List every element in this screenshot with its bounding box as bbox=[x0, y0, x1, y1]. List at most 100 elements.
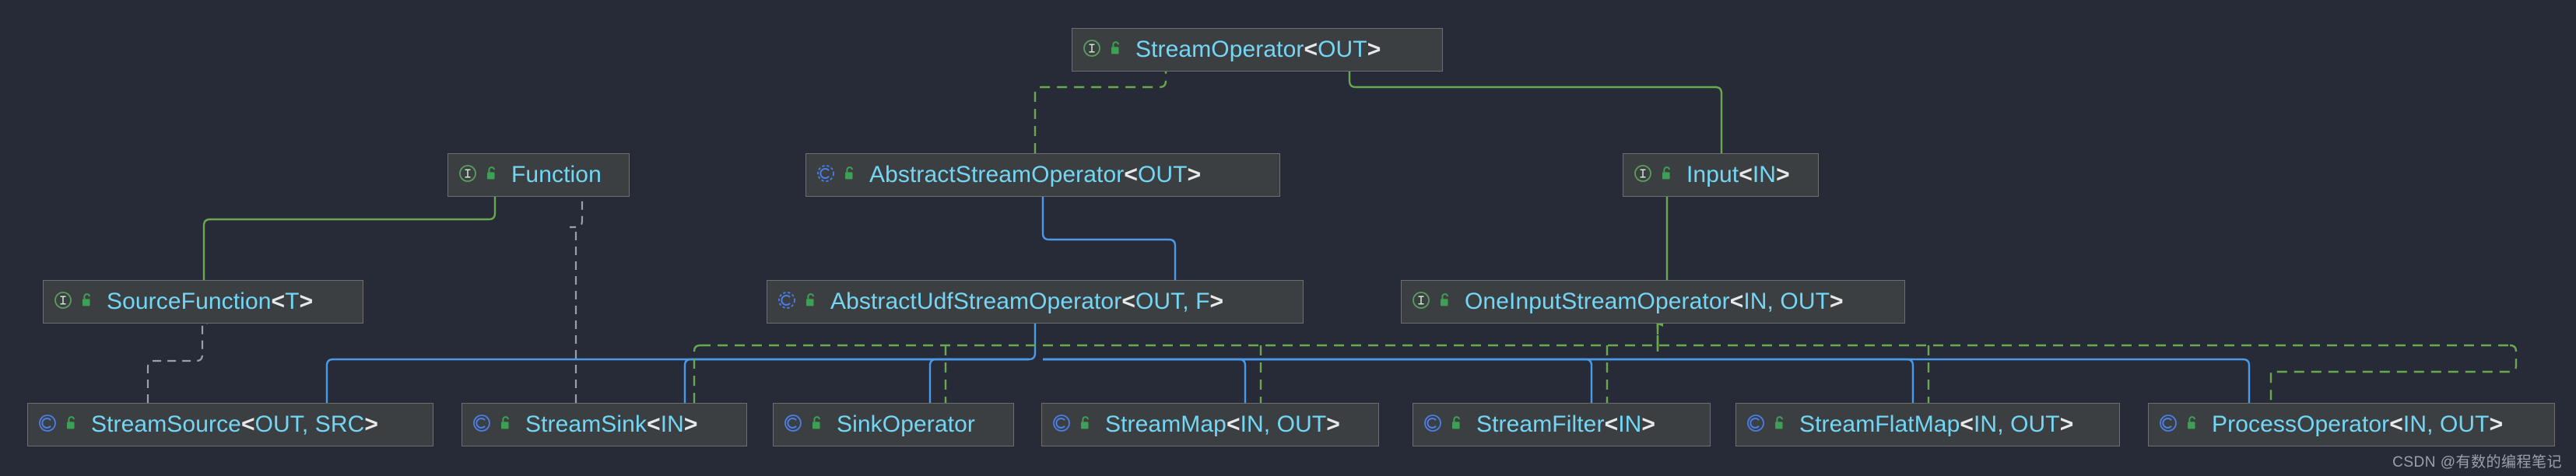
uml-node-stream-sink[interactable]: StreamSink<IN> bbox=[462, 403, 747, 446]
node-generic-params: <OUT> bbox=[1124, 162, 1202, 187]
node-icon-group bbox=[53, 290, 94, 314]
node-label: OneInputStreamOperator<IN, OUT> bbox=[1465, 290, 1844, 313]
uml-node-one-input-stream-operator[interactable]: OneInputStreamOperator<IN, OUT> bbox=[1401, 280, 1905, 324]
class-icon bbox=[1051, 413, 1072, 437]
node-label: StreamSource<OUT, SRC> bbox=[91, 413, 378, 436]
edge-stream-source-to-source-function bbox=[146, 313, 209, 403]
uml-node-process-operator[interactable]: ProcessOperator<IN, OUT> bbox=[2148, 403, 2555, 446]
node-type-name: Input bbox=[1686, 162, 1739, 187]
abstract-class-icon bbox=[777, 290, 797, 314]
node-type-name: Function bbox=[511, 162, 602, 187]
class-icon bbox=[1423, 413, 1443, 437]
node-generic-params: <IN, OUT> bbox=[1960, 411, 2074, 437]
node-label: SourceFunction<T> bbox=[107, 290, 313, 313]
uml-node-stream-operator[interactable]: StreamOperator<OUT> bbox=[1072, 28, 1443, 72]
node-generic-params: <OUT, F> bbox=[1121, 289, 1224, 314]
interface-icon bbox=[1633, 163, 1653, 187]
node-label: StreamSink<IN> bbox=[525, 413, 698, 436]
node-type-name: StreamOperator bbox=[1135, 37, 1304, 62]
edge-stream-filter-to-abstract-udf bbox=[1043, 358, 1593, 403]
node-generic-params: <IN, OUT> bbox=[1226, 411, 1340, 437]
node-label: AbstractUdfStreamOperator<OUT, F> bbox=[830, 290, 1223, 313]
class-diagram-canvas: StreamOperator<OUT> Function AbstractStrea… bbox=[0, 0, 2576, 476]
edge-process-operator-to-abstract-udf bbox=[1043, 358, 2251, 403]
node-type-name: StreamSource bbox=[91, 411, 241, 437]
node-icon-group bbox=[783, 413, 824, 437]
unlocked-padlock-icon bbox=[1773, 415, 1787, 435]
edge-stream-flat-map-to-abstract-udf bbox=[1043, 358, 1914, 403]
watermark: CSDN @有数的编程笔记 bbox=[2392, 454, 2562, 471]
uml-node-stream-filter[interactable]: StreamFilter<IN> bbox=[1413, 403, 1711, 446]
node-type-name: OneInputStreamOperator bbox=[1465, 289, 1730, 314]
node-type-name: StreamMap bbox=[1105, 411, 1227, 437]
uml-node-stream-flat-map[interactable]: StreamFlatMap<IN, OUT> bbox=[1735, 403, 2120, 446]
unlocked-padlock-icon bbox=[499, 415, 513, 435]
node-label: StreamMap<IN, OUT> bbox=[1105, 413, 1340, 436]
edge-source-function-to-function bbox=[202, 183, 500, 280]
uml-node-stream-map[interactable]: StreamMap<IN, OUT> bbox=[1041, 403, 1379, 446]
node-type-name: AbstractUdfStreamOperator bbox=[830, 289, 1122, 314]
unlocked-padlock-icon bbox=[65, 415, 79, 435]
node-icon-group bbox=[1746, 413, 1787, 437]
interface-icon bbox=[53, 290, 73, 314]
node-label: AbstractStreamOperator<OUT> bbox=[869, 163, 1201, 187]
interface-icon bbox=[458, 163, 478, 187]
uml-node-abstract-udf-stream-operator[interactable]: AbstractUdfStreamOperator<OUT, F> bbox=[767, 280, 1304, 324]
interface-icon bbox=[1411, 290, 1431, 314]
node-icon-group bbox=[2158, 413, 2199, 437]
edge-row4-to-one-input-stream-operator bbox=[693, 314, 2518, 403]
edge-stream-sink-to-function bbox=[569, 184, 588, 403]
node-label: SinkOperator bbox=[837, 413, 975, 436]
edge-sink-operator-to-abstract-udf bbox=[928, 358, 1029, 403]
class-icon bbox=[1746, 413, 1766, 437]
uml-node-source-function[interactable]: SourceFunction<T> bbox=[43, 280, 363, 324]
edge-abstract-stream-operator-to-stream-operator bbox=[1034, 56, 1171, 153]
unlocked-padlock-icon bbox=[80, 292, 94, 312]
edge-stream-sink-to-abstract-udf bbox=[683, 358, 1029, 403]
unlocked-padlock-icon bbox=[1660, 166, 1674, 185]
node-icon-group bbox=[1051, 413, 1093, 437]
node-generic-params: <OUT> bbox=[1304, 37, 1381, 62]
node-generic-params: <IN> bbox=[1604, 411, 1656, 437]
unlocked-padlock-icon bbox=[2185, 415, 2199, 435]
unlocked-padlock-icon bbox=[1450, 415, 1464, 435]
class-icon bbox=[472, 413, 492, 437]
node-icon-group bbox=[1633, 163, 1674, 187]
uml-node-input[interactable]: Input<IN> bbox=[1623, 153, 1819, 197]
node-type-name: SourceFunction bbox=[107, 289, 272, 314]
node-icon-group bbox=[777, 290, 818, 314]
node-icon-group bbox=[1423, 413, 1464, 437]
node-generic-params: <IN, OUT> bbox=[1729, 289, 1844, 314]
unlocked-padlock-icon bbox=[1079, 415, 1093, 435]
class-icon bbox=[2158, 413, 2178, 437]
unlocked-padlock-icon bbox=[1438, 292, 1452, 312]
node-type-name: ProcessOperator bbox=[2212, 411, 2390, 437]
uml-node-abstract-stream-operator[interactable]: AbstractStreamOperator<OUT> bbox=[805, 153, 1280, 197]
node-label: StreamOperator<OUT> bbox=[1135, 38, 1381, 61]
node-icon-group bbox=[472, 413, 513, 437]
node-generic-params: <T> bbox=[271, 289, 314, 314]
node-generic-params: <IN> bbox=[647, 411, 698, 437]
unlocked-padlock-icon bbox=[843, 166, 857, 185]
edge-abstract-udf-to-abstract-stream-operator bbox=[1037, 183, 1177, 280]
node-label: ProcessOperator<IN, OUT> bbox=[2212, 413, 2503, 436]
node-type-name: StreamFilter bbox=[1476, 411, 1605, 437]
interface-icon bbox=[1082, 38, 1102, 62]
node-icon-group bbox=[1411, 290, 1452, 314]
node-icon-group bbox=[816, 163, 857, 187]
node-type-name: StreamFlatMap bbox=[1799, 411, 1960, 437]
uml-node-stream-source[interactable]: StreamSource<OUT, SRC> bbox=[27, 403, 433, 446]
unlocked-padlock-icon bbox=[810, 415, 824, 435]
node-label: StreamFilter<IN> bbox=[1476, 413, 1655, 436]
node-generic-params: <IN> bbox=[1739, 162, 1790, 187]
unlocked-padlock-icon bbox=[485, 166, 499, 185]
node-icon-group bbox=[37, 413, 79, 437]
uml-node-sink-operator[interactable]: SinkOperator bbox=[773, 403, 1014, 446]
uml-node-function[interactable]: Function bbox=[447, 153, 630, 197]
node-generic-params: <IN, OUT> bbox=[2389, 411, 2504, 437]
node-type-name: AbstractStreamOperator bbox=[869, 162, 1125, 187]
node-label: Function bbox=[511, 163, 602, 187]
edge-stream-source-to-abstract-udf bbox=[325, 314, 1041, 403]
edge-input-to-stream-operator bbox=[1344, 56, 1723, 153]
class-icon bbox=[783, 413, 803, 437]
